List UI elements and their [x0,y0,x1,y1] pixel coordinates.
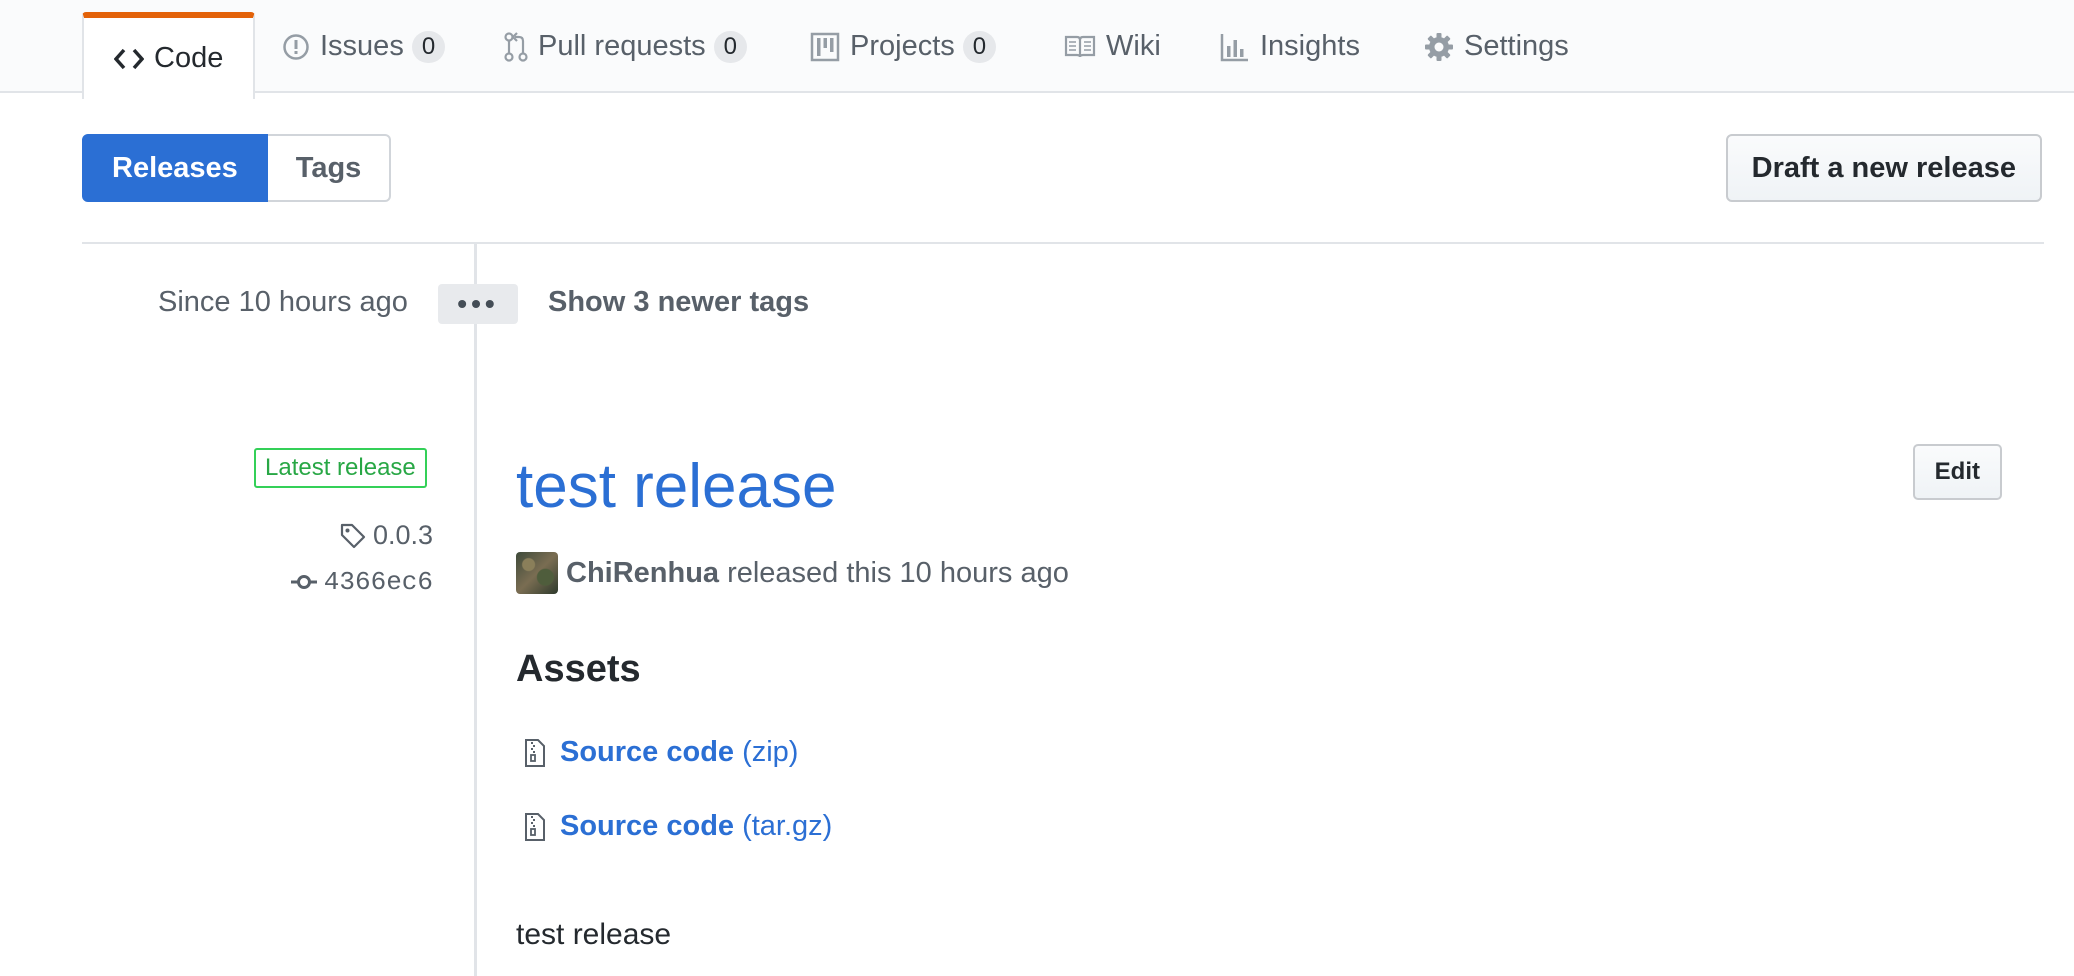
gear-icon [1424,32,1454,62]
tag-icon [339,522,367,550]
tab-issues-label: Issues [320,30,404,62]
asset-ext: (zip) [742,736,799,768]
divider [82,242,2044,244]
graph-icon [1220,32,1250,62]
file-zip-icon [524,812,546,842]
release-commit[interactable]: 4366ec6 [290,567,433,597]
author-name[interactable]: ChiRenhua [566,557,719,590]
tab-insights[interactable]: Insights [1220,0,1360,93]
release-author-line: ChiRenhua released this 10 hours ago [516,552,1069,594]
releases-tab[interactable]: Releases [82,134,268,202]
projects-counter: 0 [962,30,997,63]
tab-settings-label: Settings [1464,30,1569,62]
tab-projects[interactable]: Projects 0 [810,0,997,93]
asset-ext: (tar.gz) [742,810,833,842]
assets-heading: Assets [516,648,641,690]
since-label: Since 10 hours ago [158,286,408,318]
repo-nav: Code Issues 0 Pull requests 0 Projects 0… [0,0,2074,99]
issues-counter: 0 [411,30,446,63]
commit-icon [290,572,318,592]
tab-projects-label: Projects [850,30,955,62]
tab-issues[interactable]: Issues 0 [282,0,446,93]
expand-tags-button[interactable]: ••• [438,284,518,324]
pull-request-icon [504,31,528,63]
avatar[interactable] [516,552,558,594]
release-subnav: Releases Tags [82,134,392,202]
tags-tab[interactable]: Tags [267,134,392,202]
release-notes: test release [516,918,672,951]
tab-wiki[interactable]: Wiki [1064,0,1161,93]
pull-requests-counter: 0 [713,30,748,63]
edit-release-button[interactable]: Edit [1912,444,2002,500]
file-zip-icon [524,738,546,768]
commit-sha: 4366ec6 [323,567,433,597]
tab-code[interactable]: Code [82,12,256,99]
tab-insights-label: Insights [1260,30,1360,62]
tab-wiki-label: Wiki [1106,30,1161,62]
show-newer-tags-link[interactable]: Show 3 newer tags [548,286,809,319]
book-icon [1064,34,1096,60]
asset-label: Source code [560,810,735,842]
issue-icon [282,33,310,61]
asset-source-targz[interactable]: Source code (tar.gz) [524,810,832,843]
tab-pull-requests[interactable]: Pull requests 0 [504,0,748,93]
draft-new-release-button[interactable]: Draft a new release [1725,134,2042,202]
release-tag[interactable]: 0.0.3 [339,520,433,551]
release-title[interactable]: test release [516,456,837,518]
project-icon [810,32,840,62]
timeline-line [474,244,477,976]
asset-source-zip[interactable]: Source code (zip) [524,736,798,769]
asset-label: Source code [560,736,735,768]
tab-pull-requests-label: Pull requests [538,30,706,62]
released-text: released this 10 hours ago [727,556,1069,589]
code-icon [114,47,144,71]
tab-settings[interactable]: Settings [1424,0,1569,93]
tab-code-label: Code [154,42,224,74]
latest-release-badge: Latest release [254,448,427,488]
tag-name: 0.0.3 [372,520,433,550]
